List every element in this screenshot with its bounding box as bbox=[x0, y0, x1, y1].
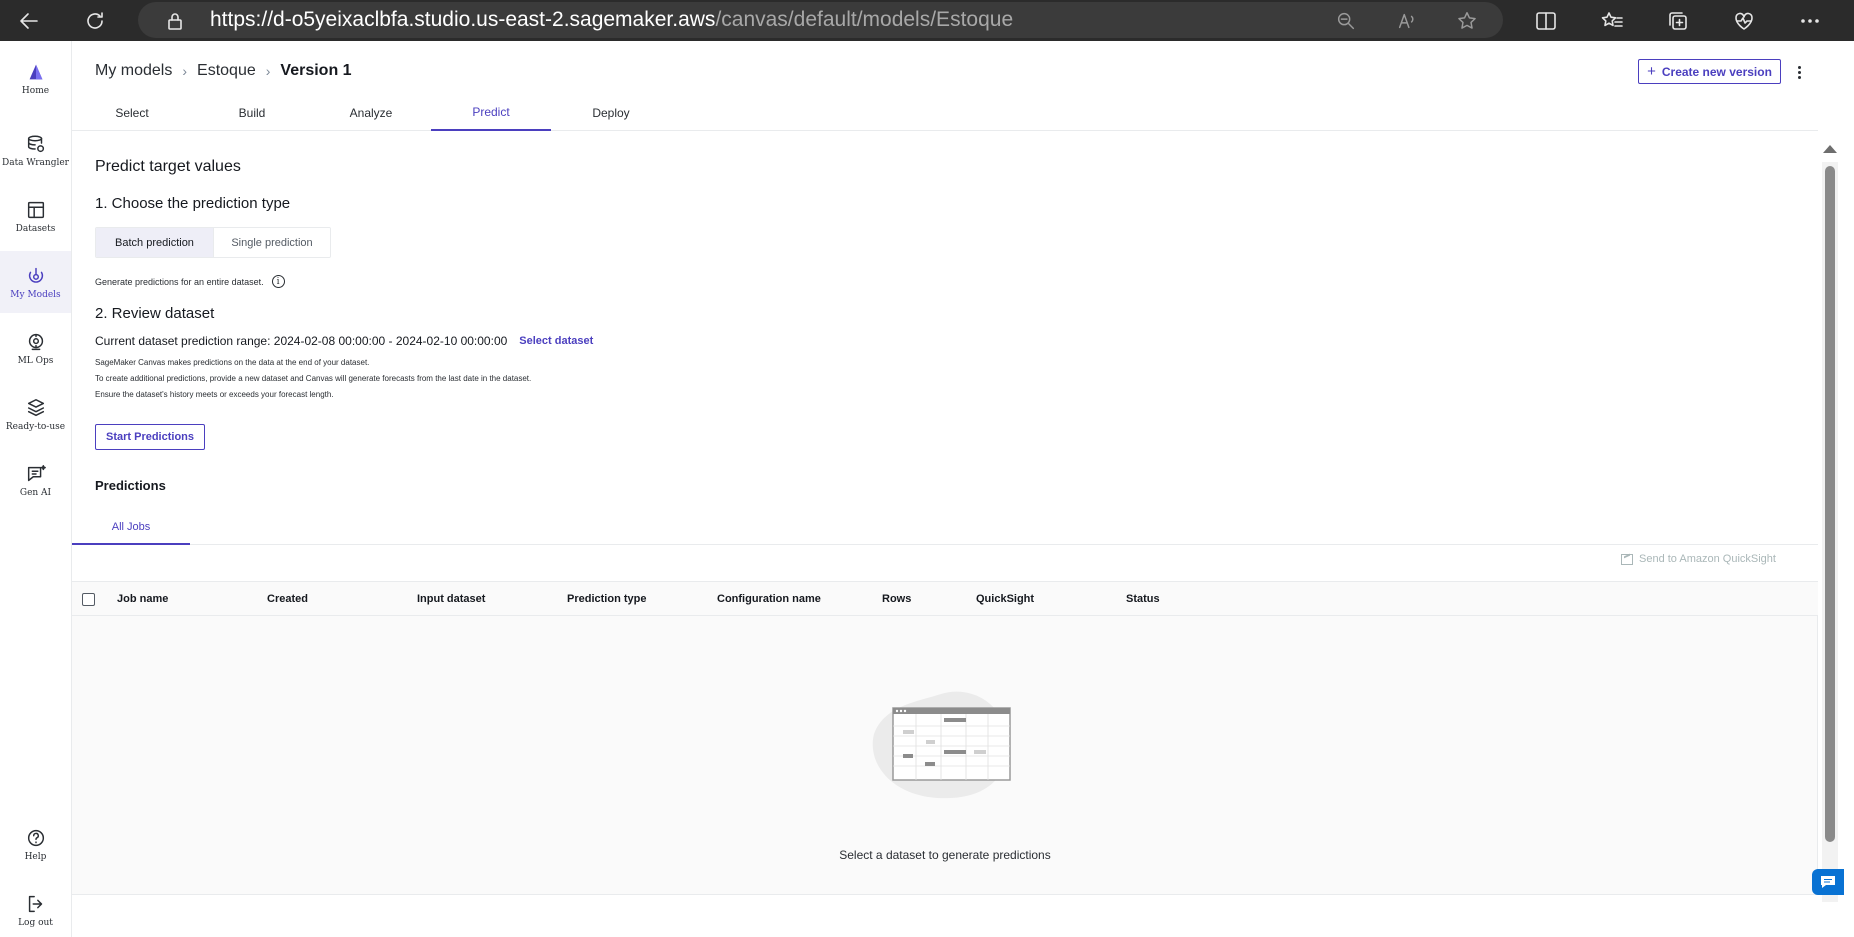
help-icon bbox=[27, 829, 44, 846]
send-to-quicksight-label: Send to Amazon QuickSight bbox=[1639, 553, 1776, 565]
tab-all-jobs[interactable]: All Jobs bbox=[72, 510, 190, 545]
rail-label-gen-ai: Gen AI bbox=[19, 487, 52, 498]
breadcrumb-current-version: Version 1 bbox=[280, 62, 352, 79]
scrollbar-thumb[interactable] bbox=[1825, 166, 1835, 842]
browser-toolbar: https://d-o5yeixaclbfa.studio.us-east-2.… bbox=[0, 0, 1854, 41]
datasets-icon bbox=[27, 201, 44, 218]
rail-item-gen-ai[interactable]: Gen AI bbox=[0, 449, 71, 511]
prediction-range-text: Current dataset prediction range: 2024-0… bbox=[95, 334, 508, 348]
rail-label-my-models: My Models bbox=[10, 289, 61, 300]
rail-label-ready-to-use: Ready-to-use bbox=[5, 421, 66, 432]
rail-item-help[interactable]: Help bbox=[0, 813, 71, 875]
create-new-version-label: Create new version bbox=[1661, 64, 1772, 79]
favorites-icon[interactable] bbox=[1594, 0, 1630, 41]
prediction-jobs-table: Job name Created Input dataset Predictio… bbox=[72, 581, 1818, 895]
url-path: /canvas/default/models/Estoque bbox=[715, 8, 1014, 31]
info-icon[interactable]: i bbox=[271, 275, 285, 288]
note-line: To create additional predictions, provid… bbox=[95, 374, 532, 383]
model-step-tabs: Select Build Analyze Predict Deploy bbox=[72, 94, 1818, 131]
column-header-job-name[interactable]: Job name bbox=[117, 582, 168, 616]
rail-label-data-wrangler: Data Wrangler bbox=[1, 157, 69, 168]
section-prediction-type-title: 1. Choose the prediction type bbox=[95, 195, 291, 212]
rail-item-ml-ops[interactable]: ML Ops bbox=[0, 317, 71, 379]
breadcrumb: My models › Estoque › Version 1 bbox=[95, 62, 352, 80]
plus-icon: + bbox=[1647, 63, 1656, 80]
column-header-quicksight[interactable]: QuickSight bbox=[976, 582, 1034, 616]
chevron-right-icon: › bbox=[182, 63, 188, 79]
predictions-title: Predictions bbox=[95, 478, 166, 493]
read-aloud-icon[interactable] bbox=[1392, 0, 1422, 41]
tab-deploy[interactable]: Deploy bbox=[551, 94, 671, 131]
browser-essentials-icon[interactable] bbox=[1726, 0, 1762, 41]
column-header-created[interactable]: Created bbox=[267, 582, 308, 616]
page-title: Predict target values bbox=[95, 158, 241, 175]
empty-state-message: Select a dataset to generate predictions bbox=[839, 848, 1051, 862]
more-options-icon[interactable] bbox=[1792, 60, 1806, 84]
data-wrangler-icon bbox=[27, 134, 44, 152]
ready-to-use-icon bbox=[27, 398, 44, 416]
split-screen-icon[interactable] bbox=[1528, 0, 1564, 41]
tab-select[interactable]: Select bbox=[72, 94, 192, 131]
single-prediction-button[interactable]: Single prediction bbox=[214, 228, 330, 257]
rail-item-data-wrangler[interactable]: Data Wrangler bbox=[0, 119, 71, 181]
column-header-rows[interactable]: Rows bbox=[882, 582, 911, 616]
more-menu-icon[interactable] bbox=[1792, 0, 1828, 41]
start-predictions-button[interactable]: Start Predictions bbox=[95, 424, 205, 450]
prediction-type-toggle: Batch prediction Single prediction bbox=[95, 227, 331, 258]
tab-predict[interactable]: Predict bbox=[431, 94, 551, 131]
column-header-status[interactable]: Status bbox=[1126, 582, 1160, 616]
rail-label-help: Help bbox=[24, 851, 47, 862]
models-icon bbox=[28, 267, 43, 283]
note-line: Ensure the dataset's history meets or ex… bbox=[95, 390, 334, 399]
url-host: https://d-o5yeixaclbfa.studio.us-east-2.… bbox=[210, 8, 716, 31]
chat-feedback-icon[interactable] bbox=[1812, 869, 1844, 895]
rail-item-my-models[interactable]: My Models bbox=[0, 251, 71, 313]
prediction-range-row: Current dataset prediction range: 2024-0… bbox=[95, 334, 593, 348]
column-header-prediction-type[interactable]: Prediction type bbox=[567, 582, 646, 616]
chevron-right-icon: › bbox=[265, 63, 271, 79]
column-header-input-dataset[interactable]: Input dataset bbox=[417, 582, 485, 616]
breadcrumb-model[interactable]: Estoque bbox=[197, 62, 256, 80]
select-dataset-link[interactable]: Select dataset bbox=[519, 335, 593, 348]
batch-description-text: Generate predictions for an entire datas… bbox=[95, 276, 264, 287]
table-header: Job name Created Input dataset Predictio… bbox=[72, 582, 1818, 616]
batch-prediction-button[interactable]: Batch prediction bbox=[96, 228, 214, 257]
rail-label-ml-ops: ML Ops bbox=[17, 355, 54, 366]
left-navigation-rail: Home Data Wrangler Datasets My Models ML… bbox=[0, 41, 72, 937]
breadcrumb-my-models[interactable]: My models bbox=[95, 62, 172, 80]
logout-icon bbox=[28, 895, 42, 912]
back-icon[interactable] bbox=[11, 0, 47, 41]
rail-item-ready-to-use[interactable]: Ready-to-use bbox=[0, 383, 71, 445]
tab-analyze[interactable]: Analyze bbox=[311, 94, 431, 131]
create-new-version-button[interactable]: + Create new version bbox=[1638, 59, 1781, 84]
note-line: SageMaker Canvas makes predictions on th… bbox=[95, 358, 370, 367]
column-header-configuration-name[interactable]: Configuration name bbox=[717, 582, 821, 616]
ml-ops-icon bbox=[28, 333, 43, 350]
rail-item-datasets[interactable]: Datasets bbox=[0, 185, 71, 247]
lock-icon[interactable] bbox=[157, 0, 193, 41]
tab-build[interactable]: Build bbox=[192, 94, 312, 131]
rail-label-home: Home bbox=[21, 85, 50, 96]
predictions-tabs: All Jobs bbox=[72, 510, 1818, 545]
send-to-quicksight-button[interactable]: Send to Amazon QuickSight bbox=[1621, 553, 1776, 565]
chart-icon bbox=[1621, 553, 1633, 565]
canvas-logo-icon bbox=[29, 64, 42, 79]
zoom-icon[interactable] bbox=[1331, 0, 1361, 41]
batch-description: Generate predictions for an entire datas… bbox=[95, 275, 285, 288]
rail-item-log-out[interactable]: Log out bbox=[0, 879, 71, 937]
scroll-up-arrow-icon[interactable] bbox=[1823, 145, 1837, 153]
rail-item-home[interactable]: Home bbox=[0, 47, 71, 109]
rail-label-log-out: Log out bbox=[18, 917, 53, 928]
rail-label-datasets: Datasets bbox=[15, 223, 56, 234]
refresh-icon[interactable] bbox=[77, 0, 113, 41]
empty-table-illustration bbox=[872, 691, 1011, 799]
section-review-dataset-title: 2. Review dataset bbox=[95, 305, 215, 322]
favorite-star-icon[interactable] bbox=[1452, 0, 1482, 41]
select-all-checkbox[interactable] bbox=[82, 593, 95, 606]
gen-ai-icon bbox=[27, 464, 46, 481]
url-text[interactable]: https://d-o5yeixaclbfa.studio.us-east-2.… bbox=[210, 8, 1013, 32]
collections-icon[interactable] bbox=[1660, 0, 1696, 41]
